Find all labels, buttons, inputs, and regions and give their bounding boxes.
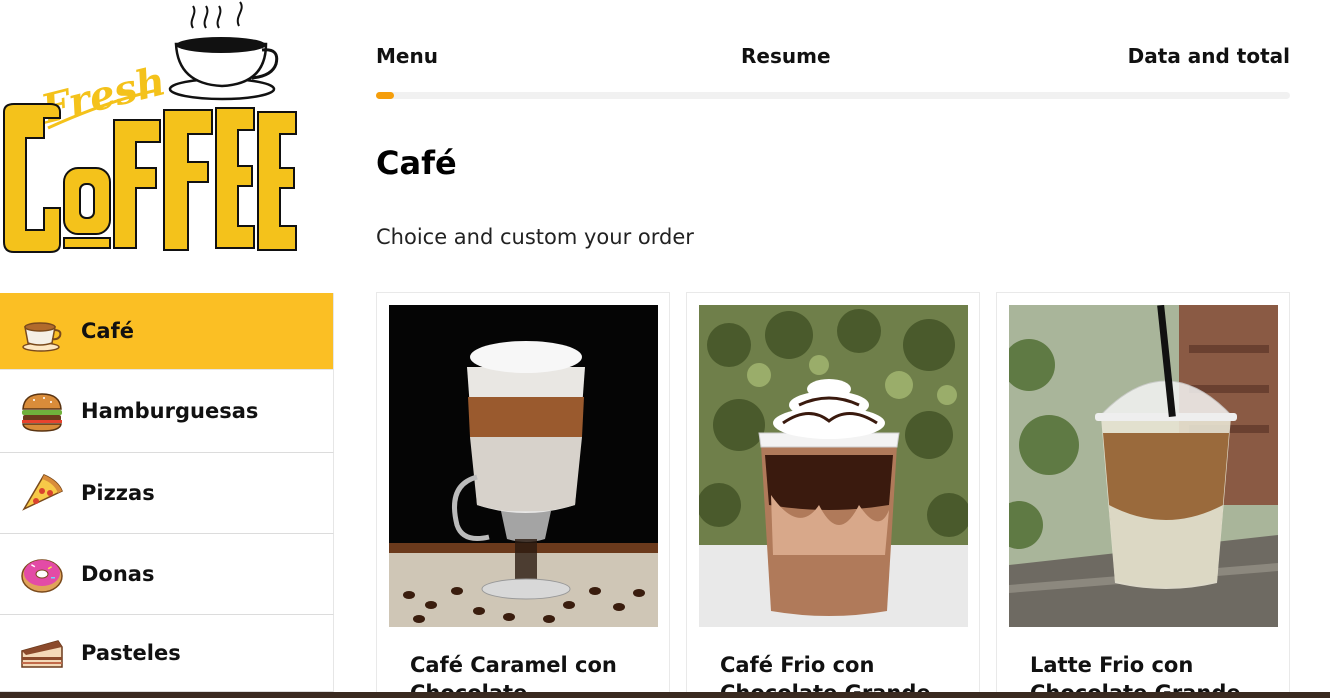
page-title: Café	[376, 144, 457, 182]
product-card[interactable]: Café Frio con Chocolate Grande	[686, 292, 980, 698]
sidebar-item-label: Pizzas	[81, 481, 155, 505]
iced-latte-cup-image	[1009, 305, 1278, 627]
coffee-cup-icon	[22, 322, 62, 352]
progress-bar	[376, 92, 1290, 99]
product-name: Café Caramel con Chocolate	[410, 653, 617, 698]
progress-fill	[376, 92, 395, 99]
sidebar-item-cafe[interactable]: Café	[0, 293, 334, 370]
checkout-steps: Menu Resume Data and total	[376, 44, 1290, 74]
step-data-and-total[interactable]: Data and total	[1128, 44, 1290, 68]
sidebar-item-label: Pasteles	[81, 641, 181, 665]
sidebar-item-donas[interactable]: Donas	[0, 534, 334, 615]
sidebar-item-pizzas[interactable]: Pizzas	[0, 453, 334, 534]
step-menu[interactable]: Menu	[376, 44, 438, 68]
sidebar-item-label: Hamburguesas	[81, 399, 259, 423]
product-card[interactable]: Latte Frio con Chocolate Grande	[996, 292, 1290, 698]
donut-icon	[21, 559, 63, 593]
category-nav: Café Hamburguesas Pizzas Donas Pasteles	[0, 293, 334, 692]
product-name: Latte Frio con Chocolate Grande	[1030, 653, 1241, 698]
step-resume[interactable]: Resume	[741, 44, 831, 68]
product-name: Café Frio con Chocolate Grande	[720, 653, 931, 698]
product-grid: Café Caramel con Chocolate Café Frio con…	[376, 292, 1290, 698]
sidebar: Fresh Café Hamburguesas Pizzas Donas Pas…	[0, 0, 335, 698]
fresh-coffee-logo[interactable]: Fresh	[0, 0, 300, 262]
main-content: Menu Resume Data and total Café Choice a…	[376, 0, 1290, 698]
chocolate-frappe-image	[699, 305, 968, 627]
layered-latte-glass-image	[389, 305, 658, 627]
sidebar-item-label: Donas	[81, 562, 155, 586]
sidebar-item-pasteles[interactable]: Pasteles	[0, 615, 334, 692]
page-subtitle: Choice and custom your order	[376, 225, 694, 249]
bottom-edge	[0, 692, 1330, 698]
pizza-slice-icon	[22, 474, 63, 511]
cake-slice-icon	[21, 640, 63, 668]
sidebar-item-hamburguesas[interactable]: Hamburguesas	[0, 370, 334, 453]
hamburger-icon	[22, 393, 62, 432]
product-card[interactable]: Café Caramel con Chocolate	[376, 292, 670, 698]
sidebar-item-label: Café	[81, 319, 134, 343]
